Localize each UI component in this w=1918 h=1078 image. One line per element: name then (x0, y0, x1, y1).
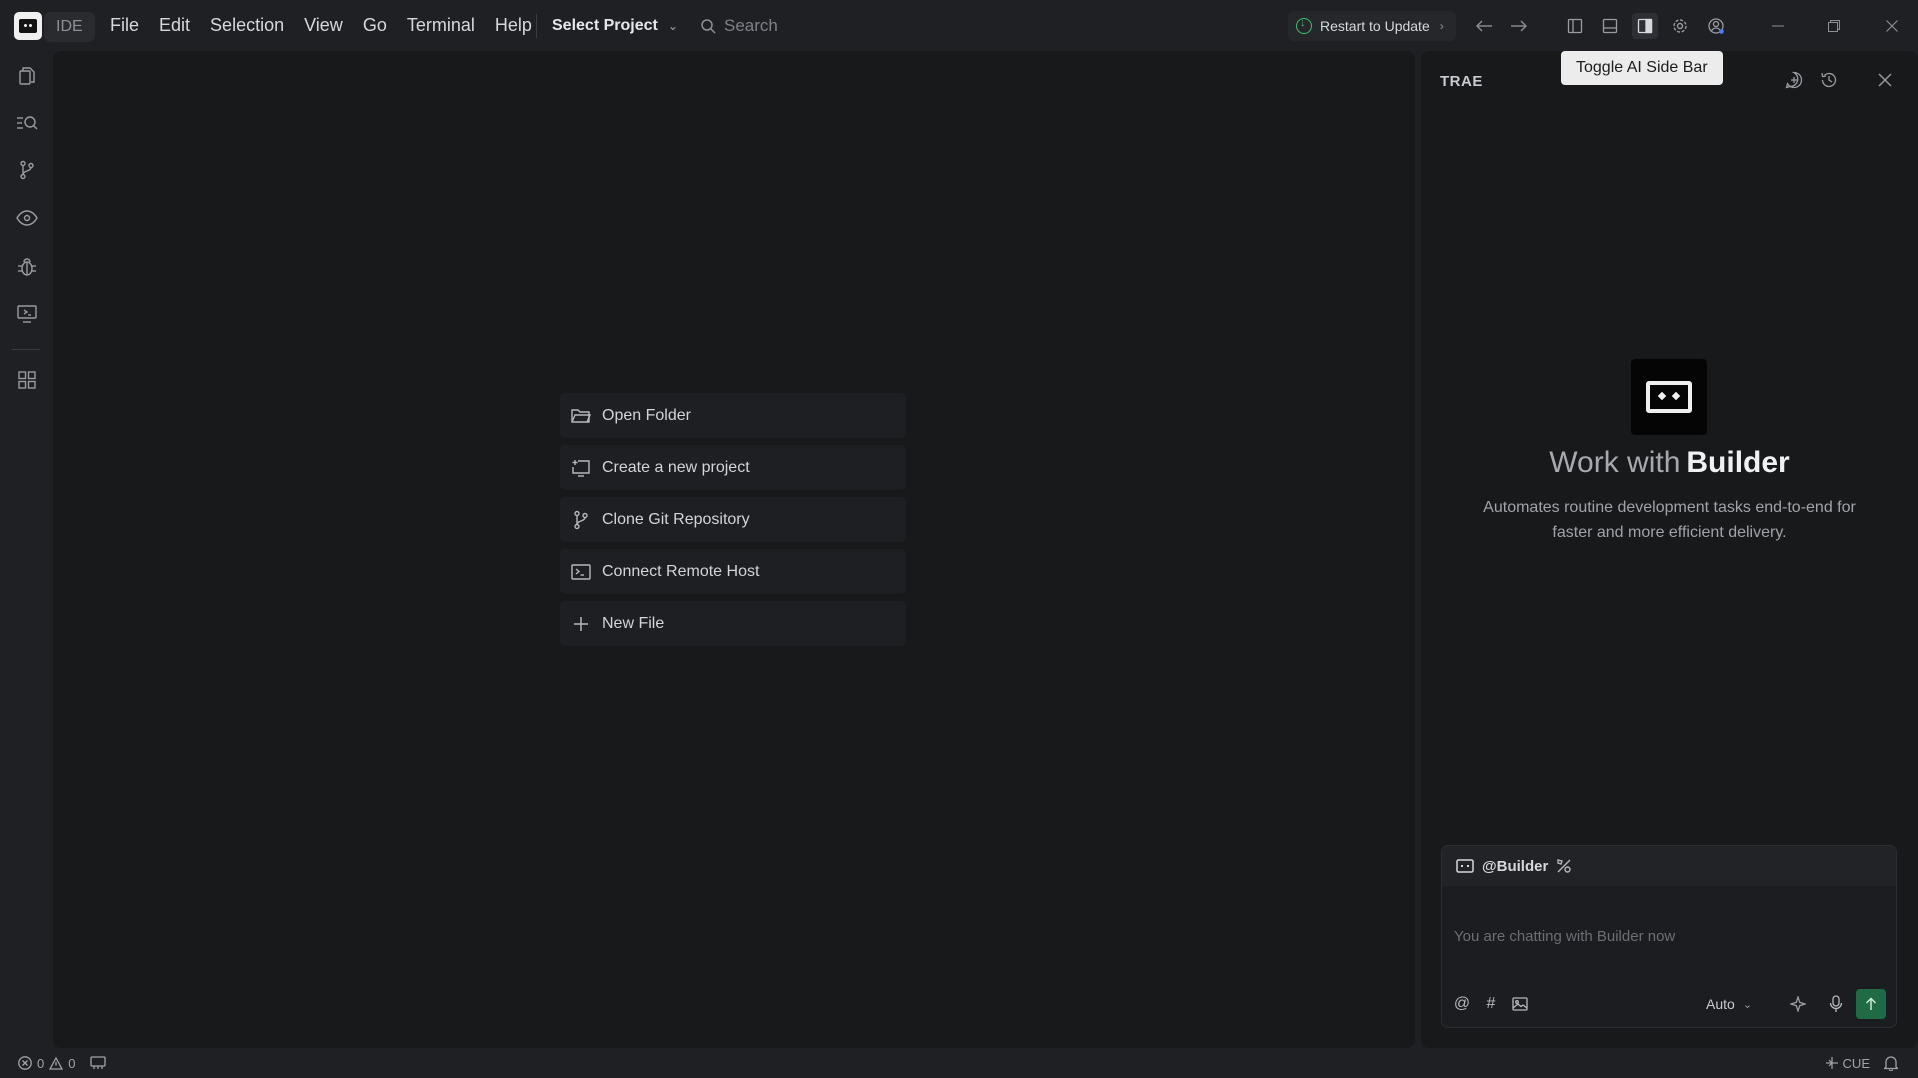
account-icon[interactable] (1703, 13, 1729, 39)
menu-selection[interactable]: Selection (200, 0, 294, 51)
git-branch-icon (570, 509, 592, 531)
start-actions-list: Open Folder Create a new project Clone G… (560, 393, 906, 653)
ai-side-bar: TRAE Work with Builder Automates routine … (1421, 51, 1918, 1048)
menu-file[interactable]: File (100, 0, 149, 51)
new-file-button[interactable]: New File (560, 601, 906, 646)
source-control-icon[interactable] (14, 157, 40, 183)
create-new-project-label: Create a new project (602, 458, 750, 476)
model-mode-select[interactable]: Auto ⌄ (1706, 992, 1752, 1016)
chevron-down-icon: ⌄ (1742, 998, 1753, 1011)
warning-icon (49, 1056, 64, 1070)
settings-gear-icon[interactable] (1667, 13, 1693, 39)
builder-description: Automates routine development tasks end-… (1483, 499, 1856, 541)
chevron-right-icon: › (1439, 19, 1444, 33)
activity-divider (12, 349, 40, 350)
status-bar: 0 0 CUE (0, 1048, 1918, 1078)
search-icon (701, 19, 716, 34)
chat-composer: @Builder @ # Auto ⌄ (1441, 845, 1897, 1028)
toggle-primary-sidebar-icon[interactable] (1562, 13, 1588, 39)
work-with-builder-heading: Work with Builder (1421, 446, 1918, 480)
editor-area: Open Folder Create a new project Clone G… (53, 51, 1415, 1048)
warning-count: 0 (68, 1055, 76, 1071)
title-bar: IDE File Edit Selection View Go Terminal… (0, 0, 1918, 51)
menu-go[interactable]: Go (353, 0, 397, 51)
preview-eye-icon[interactable] (14, 205, 40, 231)
search-box[interactable]: Search (700, 12, 778, 40)
close-panel-icon[interactable] (1872, 67, 1898, 93)
select-project-label: Select Project (552, 16, 658, 34)
menu-help[interactable]: Help (485, 0, 542, 51)
context-hash-icon[interactable]: # (1479, 992, 1503, 1016)
remote-explorer-icon[interactable] (14, 301, 40, 327)
builder-agent-icon (1456, 859, 1474, 873)
microphone-icon[interactable] (1824, 992, 1848, 1016)
language-mode-label: CUE (1842, 1055, 1870, 1071)
activity-bar (0, 51, 53, 1048)
menu-terminal[interactable]: Terminal (397, 0, 485, 51)
status-right-items: CUE (1825, 1048, 1898, 1078)
toggle-ai-sidebar-icon[interactable] (1632, 13, 1658, 39)
close-window-icon[interactable] (1877, 12, 1907, 40)
new-chat-icon[interactable] (1781, 67, 1807, 93)
update-download-icon (1296, 17, 1312, 34)
restart-to-update-button[interactable]: Restart to Update › (1288, 11, 1456, 41)
language-mode-icon (1825, 1057, 1838, 1069)
new-file-label: New File (602, 614, 665, 632)
tools-icon[interactable] (1556, 858, 1572, 874)
chat-agent-header: @Builder (1442, 846, 1896, 886)
notifications-bell-icon[interactable] (1884, 1055, 1898, 1071)
extensions-grid-icon[interactable] (14, 367, 40, 393)
history-clock-icon[interactable] (1816, 67, 1842, 93)
debug-bug-icon[interactable] (14, 254, 40, 280)
clone-git-repository-button[interactable]: Clone Git Repository (560, 497, 906, 542)
sparkle-enhance-icon[interactable] (1786, 992, 1810, 1016)
toggle-ai-sidebar-tooltip: Toggle AI Side Bar (1561, 51, 1723, 85)
back-arrow-icon[interactable] (1471, 13, 1497, 39)
new-project-icon (570, 457, 592, 479)
create-new-project-button[interactable]: Create a new project (560, 445, 906, 490)
open-folder-button[interactable]: Open Folder (560, 393, 906, 438)
work-with-prefix: Work with (1549, 446, 1681, 479)
search-files-icon[interactable] (14, 110, 40, 136)
chat-input[interactable] (1442, 886, 1896, 986)
ide-window: IDE File Edit Selection View Go Terminal… (0, 0, 1918, 1078)
problems-indicator[interactable]: 0 0 (18, 1048, 107, 1078)
restore-window-icon[interactable] (1819, 12, 1849, 40)
select-project-dropdown[interactable]: Select Project ⌄ (552, 0, 678, 51)
ai-panel-title: TRAE (1440, 73, 1483, 90)
chevron-down-icon: ⌄ (667, 18, 678, 33)
folder-open-icon (570, 405, 592, 427)
error-count: 0 (37, 1055, 45, 1071)
open-folder-label: Open Folder (602, 406, 691, 424)
attach-image-icon[interactable] (1508, 992, 1532, 1016)
search-placeholder: Search (724, 16, 778, 35)
builder-logo (1631, 359, 1707, 435)
mention-at-icon[interactable]: @ (1450, 992, 1474, 1016)
toggle-panel-icon[interactable] (1597, 13, 1623, 39)
menu-view[interactable]: View (294, 0, 353, 51)
app-logo[interactable] (14, 12, 42, 40)
connect-remote-host-label: Connect Remote Host (602, 562, 760, 580)
minimize-window-icon[interactable] (1763, 12, 1793, 40)
model-mode-label: Auto (1706, 996, 1735, 1012)
work-with-name: Builder (1686, 446, 1790, 479)
explorer-files-icon[interactable] (14, 63, 40, 89)
menu-edit[interactable]: Edit (149, 0, 200, 51)
send-message-button[interactable] (1856, 989, 1886, 1019)
error-icon (18, 1056, 32, 1070)
ports-icon[interactable] (90, 1056, 107, 1070)
plus-icon (570, 613, 592, 635)
menu-bar: File Edit Selection View Go Terminal Hel… (100, 0, 542, 51)
restart-label: Restart to Update (1320, 18, 1430, 34)
language-mode[interactable]: CUE (1825, 1056, 1870, 1071)
forward-arrow-icon[interactable] (1506, 13, 1532, 39)
connect-remote-host-button[interactable]: Connect Remote Host (560, 549, 906, 594)
ide-badge[interactable]: IDE (44, 12, 95, 42)
menu-divider (536, 14, 537, 38)
clone-git-repository-label: Clone Git Repository (602, 510, 750, 528)
send-arrow-icon (1865, 997, 1877, 1010)
remote-host-icon (570, 561, 592, 583)
builder-mention[interactable]: @Builder (1482, 858, 1548, 875)
